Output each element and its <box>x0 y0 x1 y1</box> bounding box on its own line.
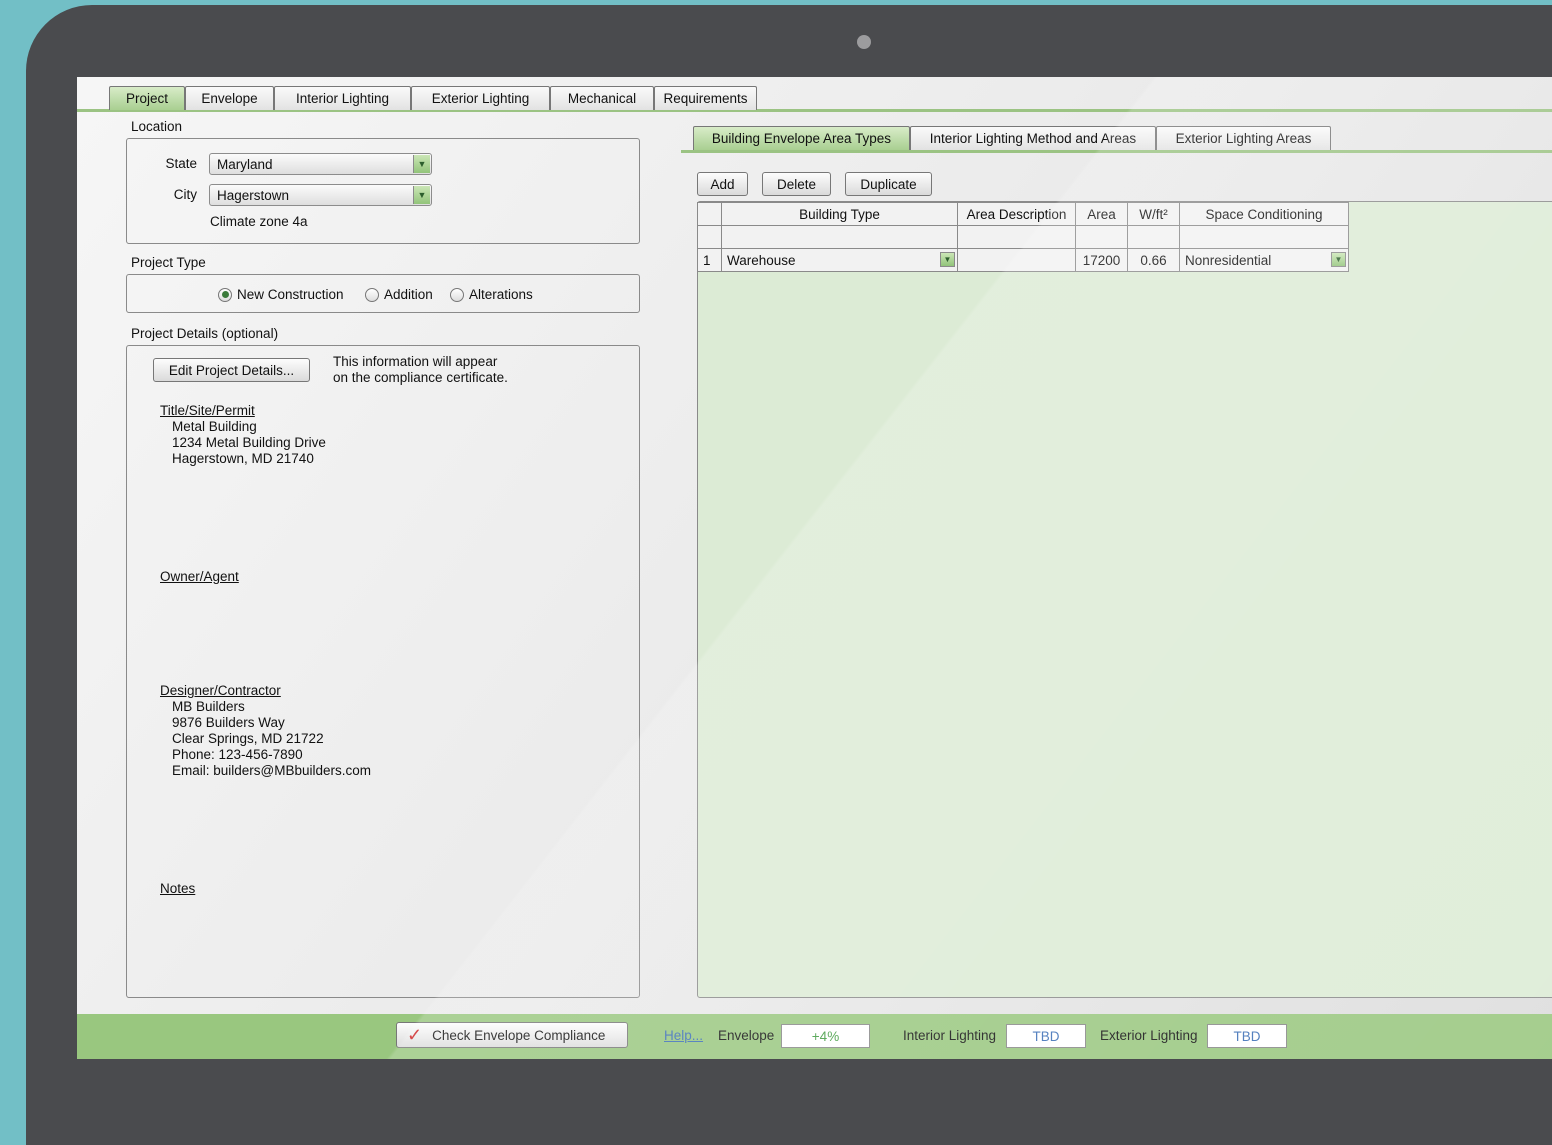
table-header-row: Building Type Area Description Area W/ft… <box>697 202 1349 226</box>
area-types-table: Building Type Area Description Area W/ft… <box>697 202 1349 272</box>
state-select[interactable]: Maryland ▼ <box>209 153 432 175</box>
subtab-exterior-lighting-areas[interactable]: Exterior Lighting Areas <box>1156 126 1331 150</box>
info-text-line2: on the compliance certificate. <box>333 370 508 385</box>
table-filter-row <box>697 225 1349 249</box>
add-button[interactable]: Add <box>697 172 748 196</box>
radio-addition[interactable]: Addition <box>365 287 433 302</box>
table-cell[interactable] <box>721 225 958 249</box>
interior-lighting-status-label: Interior Lighting <box>903 1028 997 1043</box>
checkmark-icon: ✓ <box>407 1024 423 1045</box>
area-description-header[interactable]: Area Description <box>957 202 1076 226</box>
row-number-cell: 1 <box>697 248 722 272</box>
exterior-lighting-status-label: Exterior Lighting <box>1100 1028 1198 1043</box>
city-label: City <box>173 187 197 202</box>
area-header[interactable]: Area <box>1075 202 1128 226</box>
notes-heading: Notes <box>160 881 196 896</box>
chevron-down-icon[interactable]: ▼ <box>413 155 430 173</box>
title-site-permit-heading: Title/Site/Permit <box>160 403 255 418</box>
wft-header[interactable]: W/ft² <box>1127 202 1180 226</box>
radio-selected-icon[interactable] <box>218 287 232 302</box>
check-envelope-compliance-button[interactable]: ✓ Check Envelope Compliance <box>396 1022 628 1048</box>
project-details-section-label: Project Details (optional) <box>131 326 279 341</box>
chevron-down-icon[interactable]: ▼ <box>1331 252 1346 267</box>
interior-lighting-status-value: TBD <box>1006 1024 1086 1048</box>
info-text-line1: This information will appear <box>333 354 498 369</box>
building-type-value: Warehouse <box>727 252 796 268</box>
climate-zone-text: Climate zone 4a <box>210 214 308 229</box>
chevron-down-icon[interactable]: ▼ <box>940 252 955 267</box>
state-label: State <box>165 156 197 171</box>
subtab-interior-lighting-method[interactable]: Interior Lighting Method and Areas <box>910 126 1156 150</box>
project-type-section-label: Project Type <box>131 255 206 270</box>
camera-icon <box>857 35 871 49</box>
tab-interior-lighting[interactable]: Interior Lighting <box>274 86 411 110</box>
row-number-header <box>697 202 722 226</box>
state-value: Maryland <box>217 156 273 172</box>
tab-envelope[interactable]: Envelope <box>185 86 274 110</box>
space-conditioning-value: Nonresidential <box>1185 252 1272 268</box>
subtab-divider <box>681 150 1552 153</box>
tab-mechanical[interactable]: Mechanical <box>550 86 654 110</box>
delete-button[interactable]: Delete <box>762 172 831 196</box>
radio-new-construction[interactable]: New Construction <box>218 287 344 302</box>
table-cell[interactable] <box>1075 225 1128 249</box>
tab-exterior-lighting[interactable]: Exterior Lighting <box>411 86 550 110</box>
radio-label: Addition <box>384 287 433 302</box>
title-site-permit-text: Metal Building 1234 Metal Building Drive… <box>172 419 326 466</box>
space-conditioning-header[interactable]: Space Conditioning <box>1179 202 1349 226</box>
table-cell[interactable] <box>1179 225 1349 249</box>
envelope-status-label: Envelope <box>718 1028 775 1043</box>
duplicate-button[interactable]: Duplicate <box>845 172 932 196</box>
table-row[interactable]: 1 Warehouse ▼ 17200 0.66 Nonresidential … <box>697 248 1349 272</box>
app-window: Project Envelope Interior Lighting Exter… <box>77 77 1552 1059</box>
exterior-lighting-status-value: TBD <box>1207 1024 1287 1048</box>
edit-project-details-button[interactable]: Edit Project Details... <box>153 358 310 382</box>
main-tab-bar: Project Envelope Interior Lighting Exter… <box>77 77 1552 112</box>
radio-unselected-icon[interactable] <box>450 287 464 302</box>
radio-label: Alterations <box>469 287 533 302</box>
space-conditioning-cell[interactable]: Nonresidential ▼ <box>1179 248 1349 272</box>
radio-alterations[interactable]: Alterations <box>450 287 533 302</box>
designer-contractor-text: MB Builders 9876 Builders Way Clear Spri… <box>172 699 372 778</box>
wft-cell[interactable]: 0.66 <box>1127 248 1180 272</box>
area-description-cell[interactable] <box>957 248 1076 272</box>
subtab-building-envelope-area-types[interactable]: Building Envelope Area Types <box>693 126 910 150</box>
owner-agent-heading: Owner/Agent <box>160 569 239 584</box>
check-button-label: Check Envelope Compliance <box>432 1027 606 1043</box>
city-select[interactable]: Hagerstown ▼ <box>209 184 432 206</box>
area-cell[interactable]: 17200 <box>1075 248 1128 272</box>
table-cell[interactable] <box>957 225 1076 249</box>
grid-area <box>697 201 1552 998</box>
radio-unselected-icon[interactable] <box>365 287 379 302</box>
designer-contractor-heading: Designer/Contractor <box>160 683 281 698</box>
envelope-status-value: +4% <box>781 1024 870 1048</box>
tab-project[interactable]: Project <box>109 86 185 110</box>
table-cell[interactable] <box>1127 225 1180 249</box>
city-value: Hagerstown <box>217 187 290 203</box>
building-type-cell[interactable]: Warehouse ▼ <box>721 248 958 272</box>
tab-requirements[interactable]: Requirements <box>654 86 757 110</box>
building-type-header[interactable]: Building Type <box>721 202 958 226</box>
radio-label: New Construction <box>237 287 344 302</box>
help-link[interactable]: Help... <box>664 1028 703 1043</box>
table-cell <box>697 225 722 249</box>
location-section-label: Location <box>131 119 183 134</box>
chevron-down-icon[interactable]: ▼ <box>413 186 430 204</box>
